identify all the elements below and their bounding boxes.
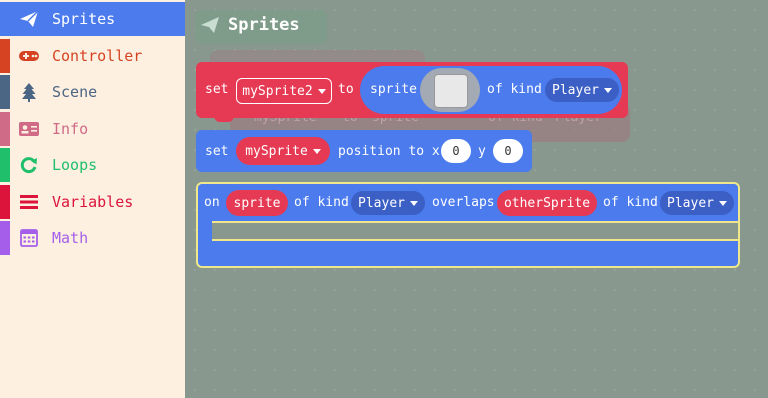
sprite-label: sprite bbox=[370, 82, 417, 97]
position-to-label: position to x bbox=[338, 144, 440, 159]
other-sprite-name: otherSprite bbox=[503, 195, 591, 211]
toolbox-item-variables[interactable]: Variables bbox=[0, 185, 185, 219]
y-input[interactable]: 0 bbox=[493, 139, 523, 163]
sprite-image-thumbnail[interactable] bbox=[434, 74, 468, 108]
toolbox-label-info: Info bbox=[52, 120, 89, 138]
category-bar bbox=[0, 185, 10, 219]
kind-value: Player bbox=[552, 82, 599, 98]
of-kind-label: of kind bbox=[294, 195, 349, 210]
event-body-slot[interactable] bbox=[212, 221, 740, 241]
toolbox-item-info[interactable]: Info bbox=[0, 112, 185, 146]
block-notch bbox=[214, 112, 234, 122]
y-label: y bbox=[478, 144, 486, 159]
to-label: to bbox=[338, 82, 354, 97]
lines-icon bbox=[18, 192, 40, 212]
toolbox-label-variables: Variables bbox=[52, 193, 134, 211]
calculator-icon bbox=[18, 228, 40, 248]
kind-dropdown[interactable]: Player bbox=[351, 191, 425, 215]
variable-name: mySprite2 bbox=[242, 83, 313, 99]
loop-arrow-icon bbox=[18, 155, 40, 175]
category-bar bbox=[0, 112, 10, 146]
chevron-down-icon bbox=[603, 87, 612, 93]
gamepad-icon bbox=[18, 46, 40, 66]
kind-dropdown[interactable]: Player bbox=[545, 78, 619, 102]
kind-value: Player bbox=[667, 195, 714, 211]
toolbox-item-sprites[interactable]: Sprites bbox=[0, 2, 185, 36]
toolbox-item-math[interactable]: Math bbox=[0, 221, 185, 255]
chevron-down-icon bbox=[718, 200, 727, 206]
sprite-variable-reporter[interactable]: sprite bbox=[226, 190, 288, 216]
toolbox-label-loops: Loops bbox=[52, 156, 98, 174]
set-label: set bbox=[205, 144, 229, 159]
id-card-icon bbox=[18, 119, 40, 139]
tree-icon bbox=[18, 82, 40, 102]
chevron-down-icon bbox=[409, 200, 418, 206]
category-bar bbox=[0, 221, 10, 255]
toolbox-item-loops[interactable]: Loops bbox=[0, 148, 185, 182]
category-bar bbox=[0, 39, 10, 73]
sprite-variable-name: sprite bbox=[233, 195, 281, 211]
category-bar bbox=[0, 75, 10, 109]
category-bar bbox=[0, 148, 10, 182]
toolbox-item-scene[interactable]: Scene bbox=[0, 75, 185, 109]
flyout-title: Sprites bbox=[228, 15, 300, 35]
variable-name: mySprite bbox=[245, 143, 308, 159]
of-kind-label: of kind bbox=[603, 195, 658, 210]
kind-dropdown[interactable]: Player bbox=[660, 191, 734, 215]
variable-dropdown[interactable]: mySprite2 bbox=[236, 78, 332, 104]
toolbox-label-sprites: Sprites bbox=[52, 10, 116, 28]
variable-reporter[interactable]: mySprite bbox=[236, 137, 330, 165]
toolbox: Sprites Controller Scene Info Loops Vari bbox=[0, 0, 185, 398]
set-label: set bbox=[205, 82, 229, 97]
toolbox-label-math: Math bbox=[52, 229, 89, 247]
toolbox-label-scene: Scene bbox=[52, 83, 98, 101]
of-kind-label: of kind bbox=[487, 82, 542, 97]
on-label: on bbox=[204, 195, 220, 210]
chevron-down-icon bbox=[312, 148, 321, 154]
paper-plane-icon bbox=[18, 9, 40, 29]
toolbox-label-controller: Controller bbox=[52, 47, 143, 65]
other-sprite-variable-reporter[interactable]: otherSprite bbox=[497, 190, 597, 216]
overlaps-label: overlaps bbox=[432, 195, 495, 210]
kind-value: Player bbox=[358, 195, 405, 211]
toolbox-item-controller[interactable]: Controller bbox=[0, 39, 185, 73]
paper-plane-icon bbox=[200, 16, 220, 38]
x-input[interactable]: 0 bbox=[441, 139, 471, 163]
chevron-down-icon bbox=[317, 88, 326, 94]
